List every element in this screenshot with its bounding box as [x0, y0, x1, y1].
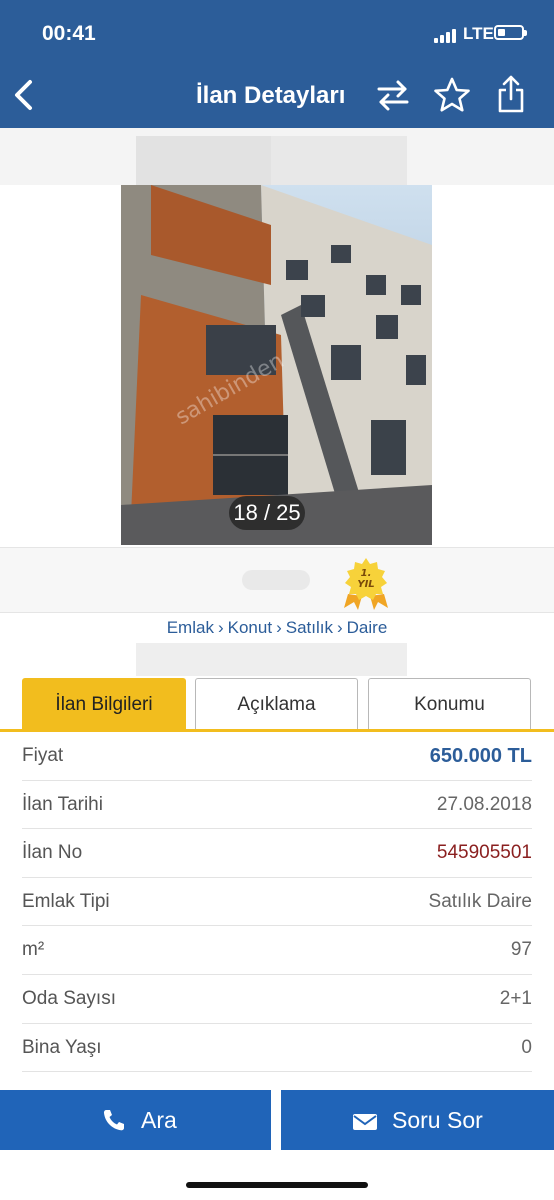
- photo-counter: 18 / 25: [229, 496, 305, 530]
- building-illustration: sahibinden: [121, 185, 432, 545]
- svg-text:1.: 1.: [361, 568, 372, 579]
- action-bar: Ara Soru Sor: [0, 1090, 554, 1150]
- network-type: LTE: [463, 24, 494, 43]
- info-row-date: İlan Tarihi 27.08.2018: [22, 781, 532, 830]
- listing-info-table: Fiyat 650.000 TL İlan Tarihi 27.08.2018 …: [0, 732, 554, 1073]
- blurred-seller-name: [242, 570, 310, 590]
- info-row-listing-no: İlan No 545905501: [22, 829, 532, 878]
- info-row-property-type: Emlak Tipi Satılık Daire: [22, 878, 532, 927]
- listing-number-value: 545905501: [436, 842, 532, 864]
- one-year-badge-icon: 1. YIL: [344, 558, 388, 610]
- blurred-header-strip: [0, 128, 554, 185]
- tab-description[interactable]: Açıklama: [195, 678, 358, 730]
- info-label: m²: [22, 939, 45, 961]
- info-row-price: Fiyat 650.000 TL: [22, 732, 532, 781]
- navigation-bar: İlan Detayları: [0, 62, 554, 128]
- info-value: Satılık Daire: [428, 890, 532, 912]
- blurred-listing-title: [136, 643, 407, 676]
- tab-listing-info[interactable]: İlan Bilgileri: [22, 678, 186, 730]
- listing-photo[interactable]: sahibinden: [121, 185, 432, 545]
- info-value: 27.08.2018: [436, 793, 532, 815]
- seller-info-row: [0, 547, 554, 613]
- ask-question-label: Soru Sor: [392, 1107, 483, 1133]
- call-button[interactable]: Ara: [0, 1090, 271, 1150]
- info-value: 2+1: [499, 987, 532, 1009]
- price-value: 650.000 TL: [429, 745, 532, 767]
- signal-icon: [434, 27, 460, 43]
- battery-icon: [494, 25, 527, 40]
- tab-location[interactable]: Konumu: [368, 678, 531, 730]
- page-title: İlan Detayları: [196, 82, 346, 109]
- info-row-rooms: Oda Sayısı 2+1: [22, 975, 532, 1024]
- info-label: İlan No: [22, 842, 83, 864]
- compare-arrows-icon[interactable]: [376, 78, 410, 112]
- info-value: 97: [510, 939, 532, 961]
- detail-tabs: İlan Bilgileri Açıklama Konumu: [0, 676, 554, 732]
- photo-gallery[interactable]: sahibinden 18 / 25: [0, 185, 554, 547]
- breadcrumb-item-emlak[interactable]: Emlak: [167, 618, 214, 637]
- back-arrow-icon[interactable]: [8, 76, 44, 114]
- info-label: Fiyat: [22, 745, 64, 766]
- info-value: 0: [521, 1036, 532, 1058]
- info-row-area: m² 97: [22, 926, 532, 975]
- breadcrumb: Emlak › Konut › Satılık › Daire: [166, 618, 388, 637]
- mail-icon: [353, 1114, 377, 1130]
- breadcrumb-item-satilik[interactable]: Satılık: [286, 618, 333, 637]
- info-label: Emlak Tipi: [22, 890, 110, 912]
- info-row-building-age: Bina Yaşı 0: [22, 1024, 532, 1073]
- call-button-label: Ara: [141, 1107, 177, 1133]
- status-time: 00:41: [42, 22, 96, 45]
- ask-question-button[interactable]: Soru Sor: [281, 1090, 554, 1150]
- phone-icon: [103, 1110, 124, 1131]
- favorite-star-icon[interactable]: [433, 76, 471, 114]
- info-label: Oda Sayısı: [22, 987, 116, 1009]
- info-label: İlan Tarihi: [22, 793, 103, 815]
- home-indicator[interactable]: [186, 1182, 368, 1188]
- svg-text:YIL: YIL: [357, 579, 374, 590]
- info-label: Bina Yaşı: [22, 1036, 102, 1058]
- breadcrumb-item-daire[interactable]: Daire: [347, 618, 388, 637]
- share-icon[interactable]: [494, 74, 528, 114]
- home-indicator-area: [0, 1150, 554, 1200]
- breadcrumb-item-konut[interactable]: Konut: [228, 618, 272, 637]
- status-bar: 00:41 LTE: [0, 0, 554, 62]
